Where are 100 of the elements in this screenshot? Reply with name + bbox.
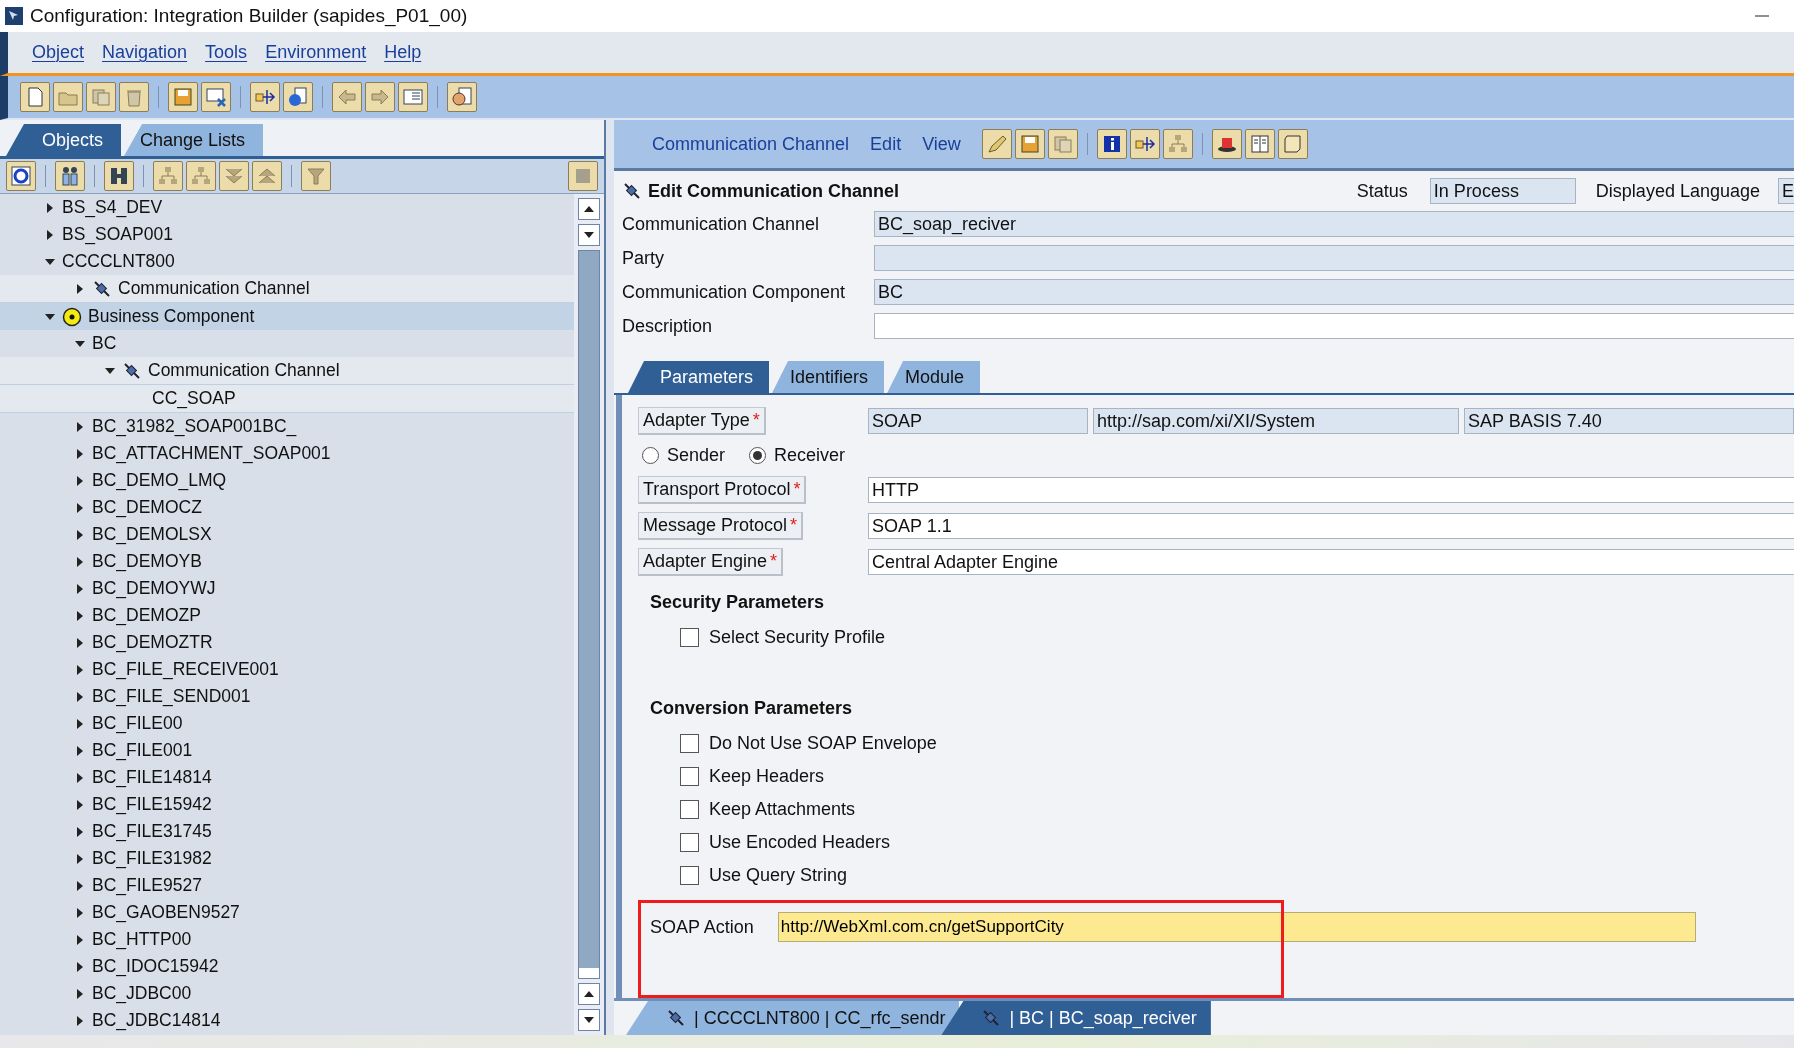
text-field[interactable]: Central Adapter Engine [868, 549, 1794, 575]
text-field[interactable]: BC [874, 279, 1794, 305]
tree-row[interactable]: BC_FILE15942 [0, 791, 574, 818]
tree-row[interactable]: BC_DEMOZTR [0, 629, 574, 656]
tree-row[interactable]: BC_IDOC15942 [0, 953, 574, 980]
tree-node-label: BC_DEMOYWJ [92, 578, 216, 599]
radio-option[interactable]: Receiver [749, 445, 846, 466]
tree-node-label: BC [92, 333, 117, 354]
tree-row[interactable]: BC_DEMOYWJ [0, 575, 574, 602]
menu-item[interactable]: Tools [205, 42, 248, 63]
checkbox-option[interactable]: Use Query String [680, 865, 1794, 886]
menu-item[interactable]: Help [384, 42, 422, 63]
text-field[interactable]: http://sap.com/xi/XI/System [1093, 408, 1459, 434]
tree-row[interactable]: BC_JDBC14814 [0, 1007, 574, 1034]
filter-icon [305, 165, 327, 187]
toolbar-button[interactable] [1014, 129, 1045, 159]
scroll-down-button[interactable] [578, 224, 600, 246]
menu-item[interactable]: Environment [265, 42, 367, 63]
tree-row[interactable]: BC_FILE9527 [0, 872, 574, 899]
text-field[interactable]: SOAP [868, 408, 1088, 434]
tree-row[interactable]: BC_ATTACHMENT_SOAP001 [0, 440, 574, 467]
toolbar-button[interactable] [1129, 129, 1160, 159]
tree-row[interactable]: BC_FILE00 [0, 710, 574, 737]
tree-node-label: BC_FILE_SEND001 [92, 686, 251, 707]
menu-item[interactable]: Communication Channel [652, 133, 850, 155]
tree-row[interactable]: BC_DEMOCZ [0, 494, 574, 521]
status-label: Status [1356, 180, 1408, 202]
text-field[interactable]: SOAP 1.1 [868, 513, 1794, 539]
tab[interactable]: Parameters [628, 361, 770, 393]
tab[interactable]: Identifiers [772, 361, 885, 393]
plug-icon [122, 360, 142, 381]
panel-tab[interactable]: Objects [6, 124, 122, 156]
tree-row[interactable]: BC_FILE_SEND001 [0, 683, 574, 710]
tree-row[interactable]: Business Component [0, 303, 574, 330]
tree-row[interactable]: Communication Channel [0, 357, 574, 385]
tree-row[interactable]: Communication Channel [0, 275, 574, 303]
text-field[interactable] [874, 313, 1794, 339]
menu-item[interactable]: View [922, 133, 961, 155]
tree-row[interactable]: BC_DEMOYB [0, 548, 574, 575]
menu-item[interactable]: Edit [870, 133, 902, 155]
text-field[interactable]: SAP BASIS 7.40 [1464, 408, 1794, 434]
tree-node-label: BC_31982_SOAP001BC_ [92, 416, 297, 437]
checkbox-option[interactable]: Keep Headers [680, 766, 1794, 787]
checkbox-option[interactable]: Do Not Use SOAP Envelope [680, 733, 1794, 754]
panel-tab[interactable]: Change Lists [124, 124, 264, 156]
tree-row[interactable]: BC_FILE_RECEIVE001 [0, 656, 574, 683]
document-tab[interactable]: | CCCCLNT800 | CC_rfc_sendr [626, 1001, 960, 1035]
tree-row[interactable]: CCCCLNT800 [0, 248, 574, 275]
tree-row[interactable]: BC_DEMOLSX [0, 521, 574, 548]
toolbar-button[interactable] [104, 161, 134, 191]
tree-row[interactable]: BS_S4_DEV [0, 194, 574, 221]
toolbar-button[interactable] [1211, 129, 1242, 159]
scroll-up-button[interactable] [578, 983, 600, 1005]
plug-icon [666, 1008, 686, 1028]
menu-item[interactable]: Object [32, 42, 85, 63]
text-field[interactable]: HTTP [868, 477, 1794, 503]
checkbox-option[interactable]: Select Security Profile [680, 627, 1794, 648]
tree-node-label: BC_JDBC14814 [92, 1010, 221, 1031]
tree-row[interactable]: CC_SOAP [0, 385, 574, 413]
tree-row[interactable]: BC_DEMO_LMQ [0, 467, 574, 494]
arrow-up-icon [584, 205, 594, 213]
tree-node-label: BC_FILE001 [92, 740, 193, 761]
tree-row[interactable]: BC_GAOBEN9527 [0, 899, 574, 926]
tree-row[interactable]: BC_FILE14814 [0, 764, 574, 791]
toolbar-button[interactable] [250, 82, 280, 112]
checkbox-option[interactable]: Use Encoded Headers [680, 832, 1794, 853]
soap-action-field[interactable]: http://WebXml.com.cn/getSupportCity [777, 912, 1696, 942]
tree-row[interactable]: BC_FILE001 [0, 737, 574, 764]
toolbar-button[interactable] [55, 161, 85, 191]
toolbar-button[interactable] [201, 82, 231, 112]
plug-icon [622, 181, 642, 201]
tree-row[interactable]: BC_DEMOZP [0, 602, 574, 629]
tree-node-label: CCCCLNT800 [62, 251, 175, 272]
tree-row[interactable]: BS_SOAP001 [0, 221, 574, 248]
checkbox-option[interactable]: Keep Attachments [680, 799, 1794, 820]
tree-node-label: BC_IDOC15942 [92, 956, 219, 977]
text-field[interactable]: BC_soap_reciver [874, 211, 1794, 237]
toolbar-button[interactable] [447, 82, 477, 112]
people-icon [59, 165, 81, 187]
toolbar-button[interactable] [283, 82, 313, 112]
tab[interactable]: Module [887, 361, 981, 393]
toolbar-button[interactable] [6, 161, 36, 191]
text-field[interactable] [874, 245, 1794, 271]
editor-title: Edit Communication Channel [648, 180, 899, 202]
tree-row[interactable]: BC_31982_SOAP001BC_ [0, 413, 574, 440]
scroll-down-button[interactable] [578, 1009, 600, 1031]
tree-row[interactable]: BC [0, 330, 574, 357]
tree-row[interactable]: BC_FILE31745 [0, 818, 574, 845]
tree-row[interactable]: BC_FILE31982 [0, 845, 574, 872]
tree-row[interactable]: BC_JDBC00 [0, 980, 574, 1007]
menu-item[interactable]: Navigation [102, 42, 188, 63]
field-label: Message Protocol * [638, 512, 804, 540]
tree-node-label: BC_ATTACHMENT_SOAP001 [92, 443, 331, 464]
tree-row[interactable]: BC_HTTP00 [0, 926, 574, 953]
toolbar-button[interactable] [168, 82, 198, 112]
toolbar-button[interactable] [1096, 129, 1127, 159]
radio-option[interactable]: Sender [642, 445, 726, 466]
scroll-up-button[interactable] [578, 198, 600, 220]
tree-node-label: BC_DEMOZP [92, 605, 201, 626]
field-label: Communication Channel [622, 213, 821, 235]
